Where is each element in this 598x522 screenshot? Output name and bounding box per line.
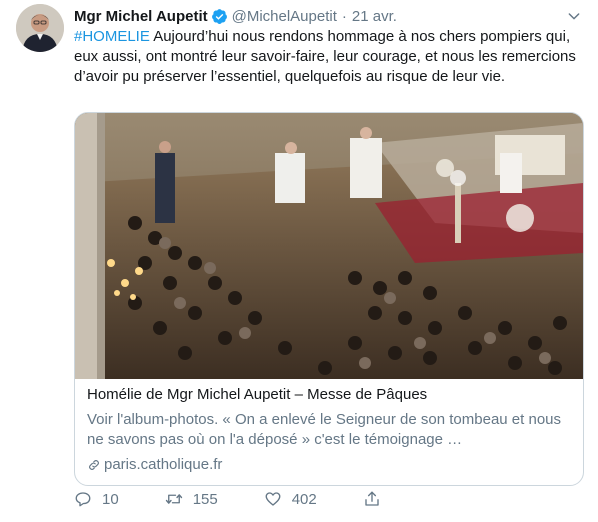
hashtag-link[interactable]: #HOMELIE (74, 28, 150, 45)
separator: · (341, 7, 347, 25)
card-domain-text: paris.catholique.fr (104, 456, 223, 473)
tweet-body: Aujourd’hui nous rendons hommage à nos c… (74, 28, 585, 85)
like-button[interactable]: 402 (264, 490, 317, 508)
like-icon (265, 492, 281, 506)
link-card[interactable]: Homélie de Mgr Michel Aupetit – Messe de… (74, 112, 584, 486)
tweet: Mgr Michel Aupetit @MichelAupetit · 21 a… (0, 0, 598, 522)
author-name[interactable]: Mgr Michel Aupetit (74, 8, 208, 25)
tweet-header: Mgr Michel Aupetit @MichelAupetit · 21 a… (74, 6, 582, 26)
tweet-text: #HOMELIE Aujourd’hui nous rendons hommag… (74, 27, 584, 87)
chevron-down-icon[interactable] (566, 8, 582, 24)
share-icon (365, 491, 379, 506)
share-button[interactable] (363, 490, 391, 508)
reply-count: 10 (102, 490, 119, 508)
card-title[interactable]: Homélie de Mgr Michel Aupetit – Messe de… (87, 385, 573, 405)
verified-badge-icon (211, 8, 227, 24)
card-description: Voir l'album-photos. « On a enlevé le Se… (87, 411, 562, 448)
like-count: 402 (291, 490, 317, 508)
author-handle[interactable]: @MichelAupetit (232, 8, 337, 25)
retweet-icon (165, 494, 182, 504)
link-icon (89, 460, 99, 470)
reply-button[interactable]: 10 (74, 490, 119, 508)
avatar[interactable] (16, 4, 64, 52)
reply-icon (75, 492, 91, 507)
timestamp[interactable]: 21 avr. (352, 8, 397, 25)
card-body: Homélie de Mgr Michel Aupetit – Messe de… (87, 383, 573, 475)
action-bar: 10 155 402 (74, 490, 437, 508)
card-domain: paris.catholique.fr (87, 455, 573, 475)
card-photo (75, 113, 583, 379)
retweet-count: 155 (192, 490, 218, 508)
retweet-button[interactable]: 155 (165, 490, 218, 508)
